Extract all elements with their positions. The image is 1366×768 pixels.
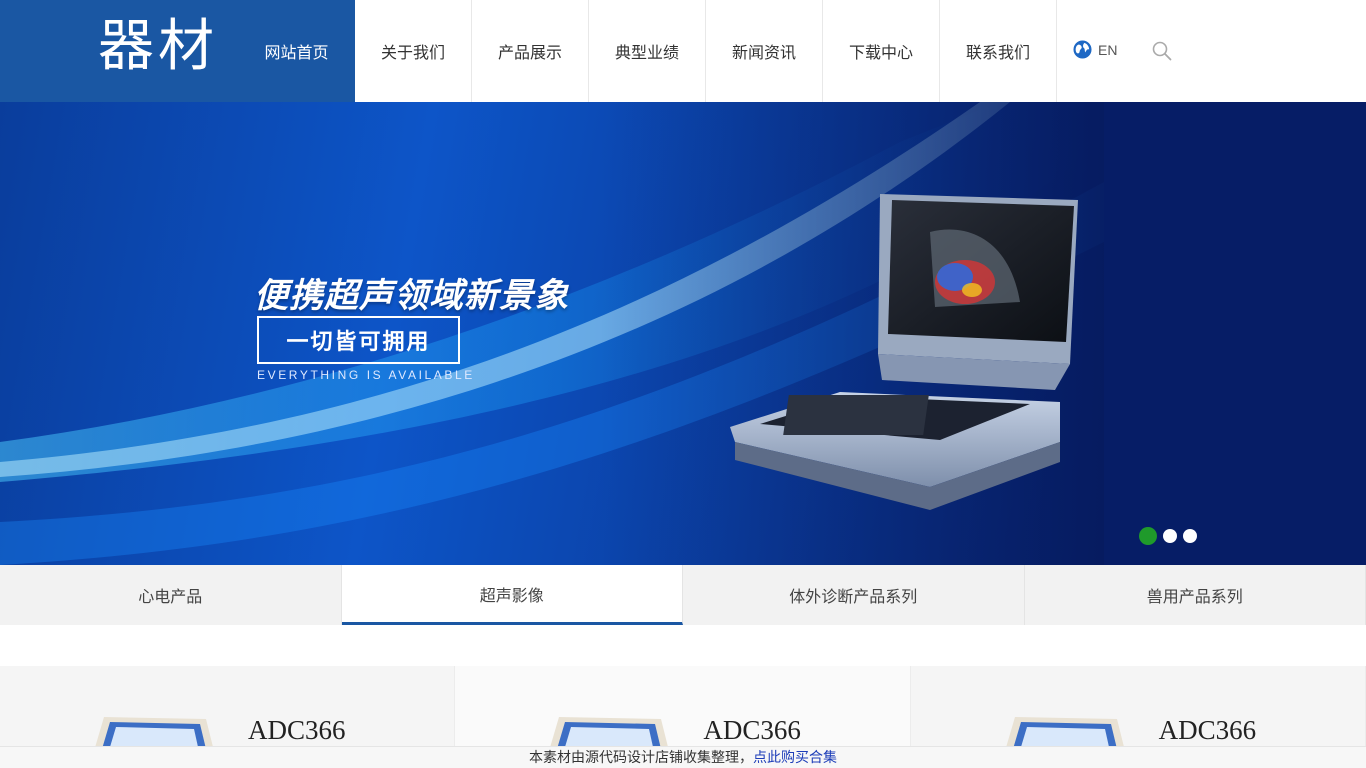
- slider-dots: [1139, 527, 1197, 545]
- slider-dot-3[interactable]: [1183, 529, 1197, 543]
- language-switch[interactable]: EN: [1073, 40, 1117, 59]
- product-name: ADC366: [703, 715, 801, 745]
- main-nav: 网站首页 关于我们 产品展示 典型业绩 新闻资讯 下载中心 联系我们: [238, 0, 1057, 102]
- nav-item-contact[interactable]: 联系我们: [940, 0, 1057, 102]
- tab-ecg-products[interactable]: 心电产品: [0, 565, 342, 625]
- notice-text: 本素材由源代码设计店铺收集整理，: [529, 750, 753, 766]
- nav-item-home[interactable]: 网站首页: [238, 0, 355, 102]
- search-icon[interactable]: [1151, 40, 1173, 62]
- site-header: 器材 网站首页 关于我们 产品展示 典型业绩 新闻资讯 下载中心 联系我们 EN: [0, 0, 1366, 102]
- slider-dot-2[interactable]: [1163, 529, 1177, 543]
- product-category-tabs: 心电产品 超声影像 体外诊断产品系列 兽用产品系列: [0, 565, 1366, 625]
- nav-item-products[interactable]: 产品展示: [472, 0, 589, 102]
- lang-label: EN: [1098, 41, 1118, 58]
- nav-item-news[interactable]: 新闻资讯: [706, 0, 823, 102]
- tab-ultrasound-imaging[interactable]: 超声影像: [341, 565, 683, 625]
- banner-subline: EVERYTHING IS AVAILABLE: [257, 368, 475, 382]
- notice-link[interactable]: 点此购买合集: [753, 750, 837, 766]
- nav-item-cases[interactable]: 典型业绩: [589, 0, 706, 102]
- product-name: ADC366: [1158, 715, 1257, 745]
- logo[interactable]: 器材: [0, 0, 238, 102]
- nav-item-downloads[interactable]: 下载中心: [823, 0, 940, 102]
- tab-veterinary-products[interactable]: 兽用产品系列: [1025, 565, 1366, 625]
- logo-text: 器材: [98, 14, 218, 79]
- product-name: ADC366: [248, 715, 346, 745]
- nav-item-about[interactable]: 关于我们: [355, 0, 472, 102]
- globe-icon: [1073, 40, 1092, 59]
- banner-headline: 便携超声领域新景象: [254, 276, 569, 316]
- source-notice: 本素材由源代码设计店铺收集整理，点此购买合集: [0, 746, 1366, 768]
- hero-banner: 便携超声领域新景象 一切皆可拥用 EVERYTHING IS AVAILABLE: [0, 102, 1366, 565]
- banner-box-text: 一切皆可拥用: [257, 316, 460, 364]
- banner-background-art: [0, 102, 1366, 565]
- tab-ivd-products[interactable]: 体外诊断产品系列: [683, 565, 1025, 625]
- slider-dot-1[interactable]: [1139, 527, 1157, 545]
